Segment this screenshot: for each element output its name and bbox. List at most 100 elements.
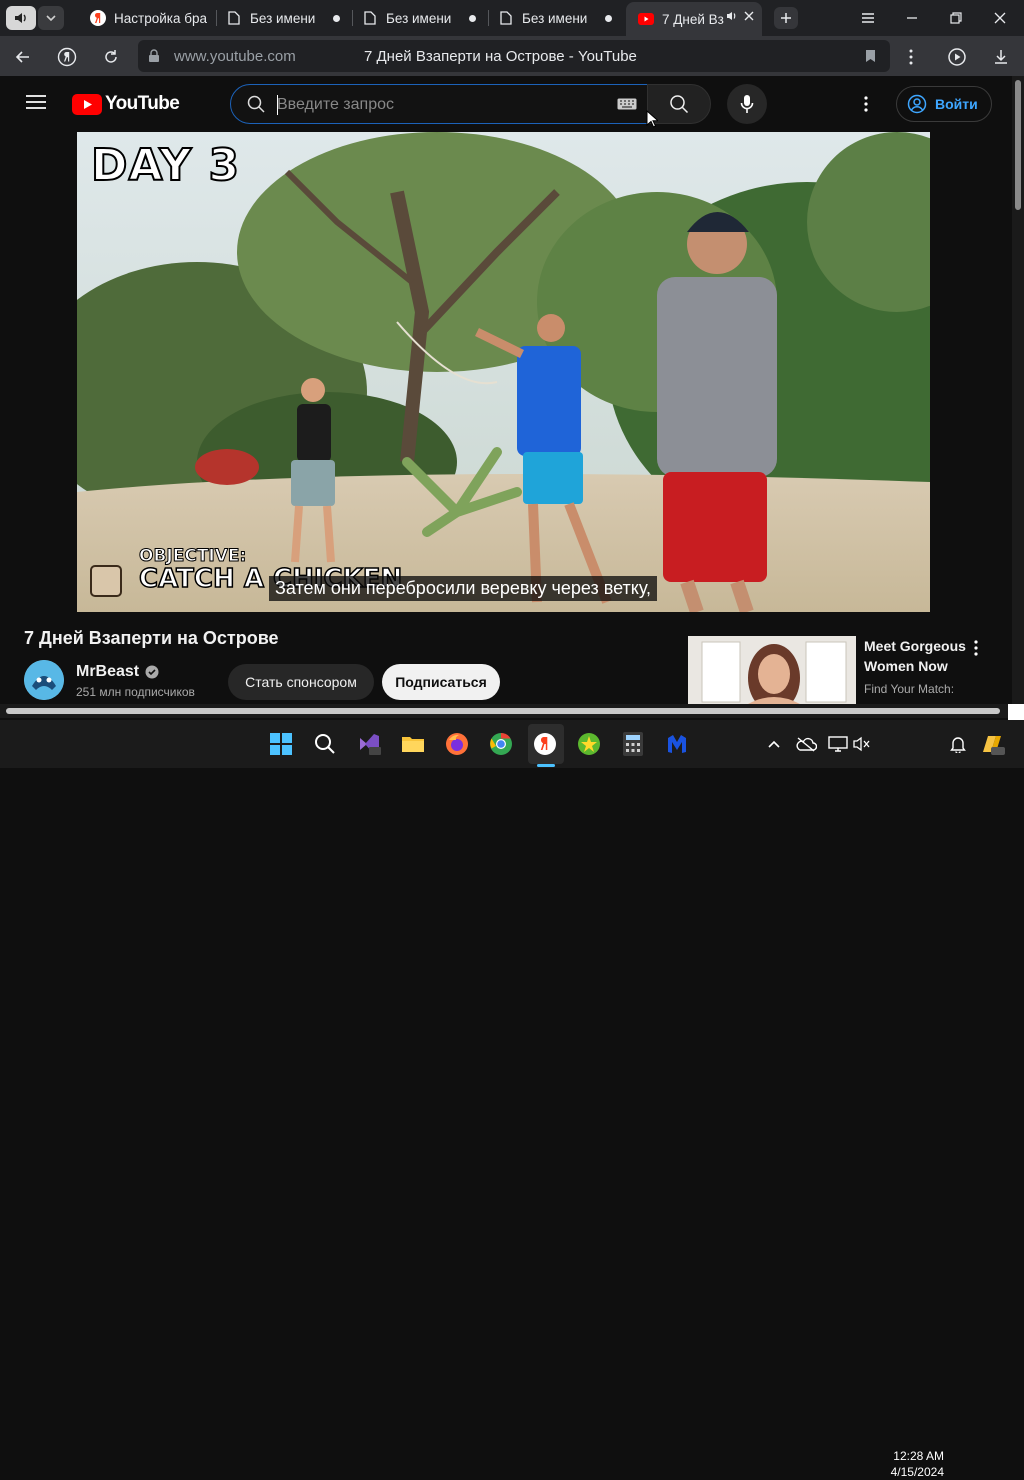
join-sponsor-button[interactable]: Стать спонсором (228, 664, 374, 700)
kebab-menu-icon (864, 96, 868, 112)
back-button[interactable] (12, 46, 34, 68)
taskbar-file-explorer[interactable] (399, 730, 427, 758)
taskbar-chrome[interactable] (487, 730, 515, 758)
start-button[interactable] (267, 730, 295, 758)
yandex-icon (90, 10, 106, 26)
channel-name[interactable]: MrBeast (76, 663, 159, 681)
taskbar-yandex-browser[interactable] (531, 730, 559, 758)
yandex-browser-icon (534, 733, 556, 755)
mouse-cursor-icon (646, 110, 658, 128)
copilot-button[interactable] (978, 730, 1006, 758)
vertical-scroll-thumb[interactable] (1015, 80, 1021, 210)
notifications-button[interactable] (944, 730, 972, 758)
yandex-button[interactable] (56, 46, 78, 68)
minimize-button[interactable] (902, 8, 922, 28)
horizontal-scroll-thumb[interactable] (6, 708, 1000, 714)
tab-untitled-3[interactable]: Без имени (488, 4, 624, 32)
play-circle-icon (948, 48, 966, 66)
firefox-icon (446, 733, 468, 755)
tray-onedrive[interactable] (792, 730, 820, 758)
restore-button[interactable] (946, 8, 966, 28)
subscribe-button[interactable]: Подписаться (382, 664, 500, 700)
search-input[interactable] (277, 94, 597, 116)
system-clock[interactable]: 12:28 AM 4/15/2024 (880, 1448, 944, 1480)
chevron-up-icon (768, 740, 780, 748)
taskbar-calculator[interactable] (619, 730, 647, 758)
browser-toolbar: www.youtube.com 7 Дней Взаперти на Остро… (0, 36, 1024, 76)
tab-untitled-2[interactable]: Без имени (352, 4, 488, 32)
show-hidden-icons-button[interactable] (760, 730, 788, 758)
tab-youtube[interactable]: 7 Дней Вз (626, 2, 762, 36)
lock-icon[interactable] (148, 49, 160, 63)
ad-more-button[interactable] (968, 640, 984, 658)
youtube-favicon-icon (638, 13, 654, 25)
channel-avatar-image (24, 660, 64, 700)
tabs-dropdown-button[interactable] (38, 6, 64, 30)
verified-badge-icon (145, 665, 159, 679)
back-arrow-icon (15, 51, 29, 63)
tab-settings[interactable]: Настройка бра (78, 4, 216, 32)
tray-volume[interactable] (848, 730, 876, 758)
minimize-icon (907, 17, 917, 19)
download-icon (995, 50, 1007, 64)
copilot-icon (983, 736, 1005, 755)
scrollbar-corner (1008, 704, 1024, 720)
tab-untitled-1[interactable]: Без имени (216, 4, 352, 32)
chevron-down-icon (46, 15, 56, 22)
bookmark-icon[interactable] (865, 49, 876, 63)
taskbar-malwarebytes[interactable] (663, 730, 691, 758)
channel-avatar[interactable] (24, 660, 64, 700)
malwarebytes-icon (668, 735, 686, 753)
settings-menu-button[interactable] (864, 96, 868, 112)
tab-close-icon[interactable] (744, 11, 754, 21)
taskbar-app-green[interactable] (575, 730, 603, 758)
folder-icon (402, 737, 424, 752)
vertical-scrollbar[interactable] (1012, 76, 1024, 708)
ad-title[interactable]: Meet Gorgeous Women Now (864, 636, 974, 676)
voice-search-button[interactable] (727, 84, 767, 124)
reload-button[interactable] (100, 46, 122, 68)
windows-start-icon (270, 733, 292, 755)
chrome-icon (490, 733, 512, 755)
clock-time: 12:28 AM (893, 1449, 944, 1463)
tab-speaker-icon[interactable] (726, 10, 738, 22)
downloads-button[interactable] (990, 46, 1012, 68)
hamburger-icon (26, 95, 46, 109)
calculator-icon (623, 732, 643, 756)
video-subtitle: Затем они перебросили веревку через ветк… (269, 576, 658, 601)
more-options-button[interactable] (900, 46, 922, 68)
ad-thumbnail[interactable] (688, 636, 856, 704)
hamburger-icon (862, 13, 874, 23)
reload-icon (105, 50, 117, 63)
search-icon (670, 95, 689, 114)
new-tab-button[interactable] (774, 7, 798, 29)
speaker-muted-icon (853, 736, 870, 752)
search-icon (247, 95, 265, 113)
address-bar[interactable]: www.youtube.com 7 Дней Взаперти на Остро… (138, 40, 890, 72)
tab-audio-button[interactable] (6, 6, 36, 30)
video-title: 7 Дней Взаперти на Острове (24, 628, 279, 648)
browser-menu-button[interactable] (858, 8, 878, 28)
unsaved-dot-icon (605, 15, 612, 22)
taskbar-visual-studio[interactable] (355, 730, 383, 758)
video-player[interactable]: DAY 3 OBJECTIVE: CATCH A CHICKEN Затем о… (77, 132, 930, 612)
keyboard-icon[interactable] (617, 98, 637, 110)
taskbar-firefox[interactable] (443, 730, 471, 758)
sign-in-button[interactable]: Войти (896, 86, 992, 122)
unsaved-dot-icon (333, 15, 340, 22)
media-player-button[interactable] (946, 46, 968, 68)
url-page-title: 7 Дней Взаперти на Острове - YouTube (364, 48, 637, 65)
search-box[interactable] (230, 84, 648, 124)
visual-studio-icon (360, 734, 381, 755)
taskbar-search-button[interactable] (311, 730, 339, 758)
guide-menu-button[interactable] (26, 94, 46, 110)
subscriber-count: 251 млн подписчиков (76, 685, 195, 699)
close-window-button[interactable] (990, 8, 1010, 28)
clock-date: 4/15/2024 (890, 1465, 944, 1479)
video-frame-image (77, 132, 930, 612)
youtube-logo[interactable]: YouTube (72, 93, 180, 115)
channel-name-text: MrBeast (76, 663, 140, 680)
horizontal-scrollbar[interactable] (0, 704, 1008, 718)
microphone-icon (740, 95, 754, 113)
url-host: www.youtube.com (174, 48, 296, 65)
